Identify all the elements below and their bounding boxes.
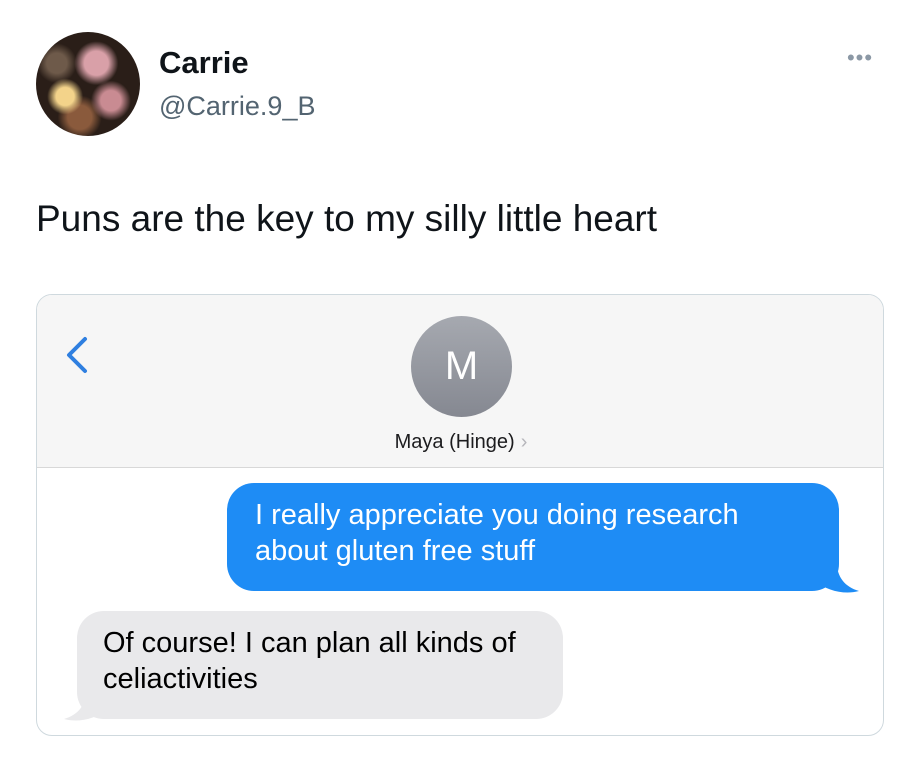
contact-avatar: M [411,316,512,417]
tweet-media-screenshot[interactable]: M Maya (Hinge) › I really appreciate you … [36,294,884,736]
chevron-right-icon: › [520,431,528,453]
outgoing-bubble-tail [815,563,859,593]
outgoing-message-bubble: I really appreciate you doing research a… [227,483,839,591]
incoming-message-bubble: Of course! I can plan all kinds of celia… [77,611,563,719]
chat-header: M Maya (Hinge) › [37,295,883,468]
incoming-bubble-tail [64,691,108,721]
chevron-left-icon [67,337,87,373]
author-avatar[interactable] [36,32,140,136]
author-name[interactable]: Carrie [159,45,249,81]
contact-name-label: Maya (Hinge) [394,431,515,453]
more-icon[interactable]: ••• [838,47,882,69]
contact-name: Maya (Hinge) › [37,431,883,454]
author-handle[interactable]: @Carrie.9_B [159,90,315,122]
tweet-text: Puns are the key to my silly little hear… [36,198,658,239]
